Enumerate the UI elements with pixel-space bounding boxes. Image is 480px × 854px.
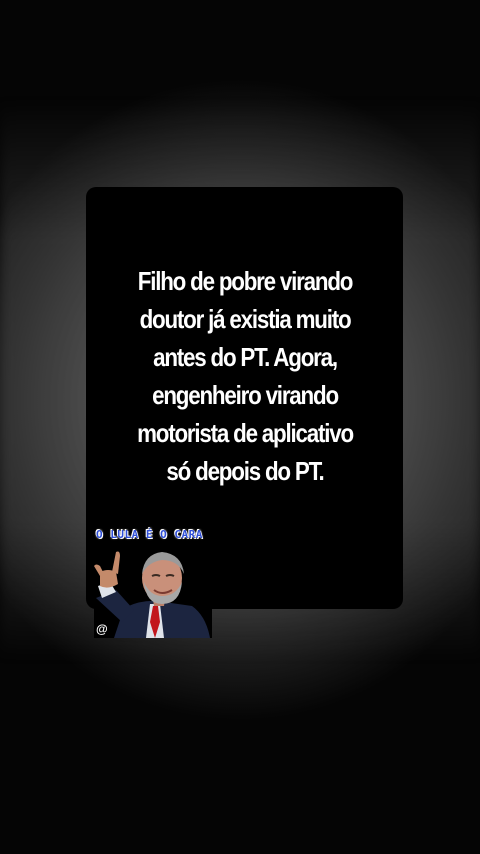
sticker-handle: @: [96, 622, 108, 636]
sticker-caption: O LULA É O CARA: [96, 528, 203, 541]
quote-line: Filho de pobre virando: [137, 266, 354, 296]
quote-line: engenheiro virando: [152, 380, 339, 410]
quote-line: antes do PT. Agora,: [153, 342, 338, 372]
quote-line: só depois do PT.: [166, 456, 324, 486]
quote-text: Filho de pobre virando doutor já existia…: [120, 262, 369, 490]
man-pointing-photo: [94, 546, 212, 638]
meme-sticker: O LULA É O CARA @: [94, 528, 214, 638]
quote-line: doutor já existia muito: [139, 304, 352, 334]
quote-line: motorista de aplicativo: [137, 418, 354, 448]
